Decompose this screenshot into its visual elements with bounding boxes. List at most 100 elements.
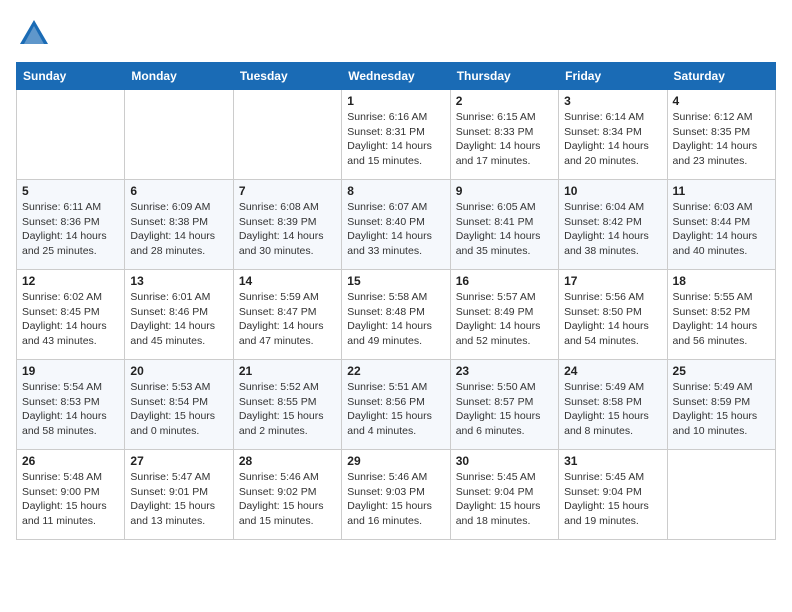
day-info-2: Sunrise: 6:15 AM Sunset: 8:33 PM Dayligh… [456,110,553,169]
weekday-header-sunday: Sunday [17,63,125,90]
week-row-5: 26Sunrise: 5:48 AM Sunset: 9:00 PM Dayli… [17,450,776,540]
calendar-cell-w1-d2 [125,90,233,180]
calendar-cell-w5-d4: 29 Sunrise: 5:46 AM Sunset: 9:03 PM Dayli… [342,450,450,540]
day-number-1: 1 [347,94,444,108]
day-number-11: 11 [673,184,770,198]
calendar-cell-w5-d3: 28 Sunrise: 5:46 AM Sunset: 9:02 PM Dayli… [233,450,341,540]
calendar-cell-w5-d5: 30 Sunrise: 5:45 AM Sunset: 9:04 PM Dayli… [450,450,558,540]
calendar-cell-w4-d5: 23Sunrise: 5:50 AM Sunset: 8:57 PM Dayli… [450,360,558,450]
page-header [16,16,776,52]
calendar-cell-w3-d5: 16 Sunrise: 5:57 AM Sunset: 8:49 PM Dayli… [450,270,558,360]
calendar-cell-w3-d1: 12 Sunrise: 6:02 AM Sunset: 8:45 PM Dayli… [17,270,125,360]
calendar-cell-w3-d2: 13Sunrise: 6:01 AM Sunset: 8:46 PM Dayli… [125,270,233,360]
calendar-cell-w1-d7: 4Sunrise: 6:12 AM Sunset: 8:35 PM Daylig… [667,90,775,180]
day-info-18: Sunrise: 5:55 AM Sunset: 8:52 PM Dayligh… [673,290,770,349]
day-info-5: Sunrise: 6:11 AM Sunset: 8:36 PM Dayligh… [22,200,119,259]
day-info-20: Sunrise: 5:53 AM Sunset: 8:54 PM Dayligh… [130,380,227,439]
weekday-header-tuesday: Tuesday [233,63,341,90]
calendar-cell-w3-d6: 17 Sunrise: 5:56 AM Sunset: 8:50 PM Dayli… [559,270,667,360]
calendar-cell-w4-d6: 24Sunrise: 5:49 AM Sunset: 8:58 PM Dayli… [559,360,667,450]
calendar-cell-w4-d1: 19 Sunrise: 5:54 AM Sunset: 8:53 PM Dayli… [17,360,125,450]
day-number-16: 16 [456,274,553,288]
day-info-15: Sunrise: 5:58 AM Sunset: 8:48 PM Dayligh… [347,290,444,349]
calendar-cell-w4-d4: 22 Sunrise: 5:51 AM Sunset: 8:56 PM Dayli… [342,360,450,450]
calendar-cell-w5-d6: 31 Sunrise: 5:45 AM Sunset: 9:04 PM Dayli… [559,450,667,540]
day-number-25: 25 [673,364,770,378]
calendar-cell-w1-d6: 3 Sunrise: 6:14 AM Sunset: 8:34 PM Daylig… [559,90,667,180]
day-number-22: 22 [347,364,444,378]
day-info-23: Sunrise: 5:50 AM Sunset: 8:57 PM Dayligh… [456,380,553,439]
day-number-20: 20 [130,364,227,378]
day-number-5: 5 [22,184,119,198]
day-number-4: 4 [673,94,770,108]
day-info-30: Sunrise: 5:45 AM Sunset: 9:04 PM Dayligh… [456,470,553,529]
calendar-cell-w2-d7: 11 Sunrise: 6:03 AM Sunset: 8:44 PM Dayli… [667,180,775,270]
day-info-8: Sunrise: 6:07 AM Sunset: 8:40 PM Dayligh… [347,200,444,259]
day-info-12: Sunrise: 6:02 AM Sunset: 8:45 PM Dayligh… [22,290,119,349]
day-number-14: 14 [239,274,336,288]
calendar-cell-w1-d4: 1 Sunrise: 6:16 AM Sunset: 8:31 PM Daylig… [342,90,450,180]
week-row-3: 12 Sunrise: 6:02 AM Sunset: 8:45 PM Dayli… [17,270,776,360]
day-info-17: Sunrise: 5:56 AM Sunset: 8:50 PM Dayligh… [564,290,661,349]
calendar-cell-w1-d3 [233,90,341,180]
calendar-cell-w4-d2: 20 Sunrise: 5:53 AM Sunset: 8:54 PM Dayli… [125,360,233,450]
calendar-cell-w5-d1: 26Sunrise: 5:48 AM Sunset: 9:00 PM Dayli… [17,450,125,540]
calendar-cell-w1-d1 [17,90,125,180]
day-number-15: 15 [347,274,444,288]
day-number-2: 2 [456,94,553,108]
day-number-10: 10 [564,184,661,198]
weekday-header-row: SundayMondayTuesdayWednesdayThursdayFrid… [17,63,776,90]
day-info-19: Sunrise: 5:54 AM Sunset: 8:53 PM Dayligh… [22,380,119,439]
day-info-21: Sunrise: 5:52 AM Sunset: 8:55 PM Dayligh… [239,380,336,439]
calendar-cell-w2-d3: 7 Sunrise: 6:08 AM Sunset: 8:39 PM Daylig… [233,180,341,270]
calendar-cell-w3-d3: 14 Sunrise: 5:59 AM Sunset: 8:47 PM Dayli… [233,270,341,360]
day-number-28: 28 [239,454,336,468]
day-info-13: Sunrise: 6:01 AM Sunset: 8:46 PM Dayligh… [130,290,227,349]
calendar-cell-w2-d5: 9Sunrise: 6:05 AM Sunset: 8:41 PM Daylig… [450,180,558,270]
calendar-cell-w4-d3: 21 Sunrise: 5:52 AM Sunset: 8:55 PM Dayli… [233,360,341,450]
day-number-30: 30 [456,454,553,468]
day-info-14: Sunrise: 5:59 AM Sunset: 8:47 PM Dayligh… [239,290,336,349]
calendar-cell-w3-d7: 18 Sunrise: 5:55 AM Sunset: 8:52 PM Dayli… [667,270,775,360]
weekday-header-monday: Monday [125,63,233,90]
calendar-cell-w5-d7 [667,450,775,540]
day-number-7: 7 [239,184,336,198]
calendar-table: SundayMondayTuesdayWednesdayThursdayFrid… [16,62,776,540]
day-number-19: 19 [22,364,119,378]
calendar-cell-w2-d2: 6Sunrise: 6:09 AM Sunset: 8:38 PM Daylig… [125,180,233,270]
calendar-cell-w1-d5: 2 Sunrise: 6:15 AM Sunset: 8:33 PM Daylig… [450,90,558,180]
day-number-31: 31 [564,454,661,468]
day-info-6: Sunrise: 6:09 AM Sunset: 8:38 PM Dayligh… [130,200,227,259]
day-number-18: 18 [673,274,770,288]
day-number-24: 24 [564,364,661,378]
day-info-16: Sunrise: 5:57 AM Sunset: 8:49 PM Dayligh… [456,290,553,349]
day-info-29: Sunrise: 5:46 AM Sunset: 9:03 PM Dayligh… [347,470,444,529]
week-row-1: 1 Sunrise: 6:16 AM Sunset: 8:31 PM Daylig… [17,90,776,180]
day-number-8: 8 [347,184,444,198]
weekday-header-thursday: Thursday [450,63,558,90]
day-number-12: 12 [22,274,119,288]
day-number-27: 27 [130,454,227,468]
day-info-9: Sunrise: 6:05 AM Sunset: 8:41 PM Dayligh… [456,200,553,259]
day-info-7: Sunrise: 6:08 AM Sunset: 8:39 PM Dayligh… [239,200,336,259]
day-number-17: 17 [564,274,661,288]
day-info-1: Sunrise: 6:16 AM Sunset: 8:31 PM Dayligh… [347,110,444,169]
day-number-3: 3 [564,94,661,108]
weekday-header-wednesday: Wednesday [342,63,450,90]
day-info-28: Sunrise: 5:46 AM Sunset: 9:02 PM Dayligh… [239,470,336,529]
day-info-26: Sunrise: 5:48 AM Sunset: 9:00 PM Dayligh… [22,470,119,529]
day-number-21: 21 [239,364,336,378]
calendar-cell-w2-d4: 8 Sunrise: 6:07 AM Sunset: 8:40 PM Daylig… [342,180,450,270]
day-info-22: Sunrise: 5:51 AM Sunset: 8:56 PM Dayligh… [347,380,444,439]
day-info-10: Sunrise: 6:04 AM Sunset: 8:42 PM Dayligh… [564,200,661,259]
calendar-cell-w2-d6: 10 Sunrise: 6:04 AM Sunset: 8:42 PM Dayli… [559,180,667,270]
week-row-2: 5 Sunrise: 6:11 AM Sunset: 8:36 PM Daylig… [17,180,776,270]
weekday-header-saturday: Saturday [667,63,775,90]
logo-icon [16,16,52,52]
day-info-31: Sunrise: 5:45 AM Sunset: 9:04 PM Dayligh… [564,470,661,529]
calendar-cell-w3-d4: 15 Sunrise: 5:58 AM Sunset: 8:48 PM Dayli… [342,270,450,360]
day-info-27: Sunrise: 5:47 AM Sunset: 9:01 PM Dayligh… [130,470,227,529]
day-info-3: Sunrise: 6:14 AM Sunset: 8:34 PM Dayligh… [564,110,661,169]
day-number-29: 29 [347,454,444,468]
day-info-11: Sunrise: 6:03 AM Sunset: 8:44 PM Dayligh… [673,200,770,259]
